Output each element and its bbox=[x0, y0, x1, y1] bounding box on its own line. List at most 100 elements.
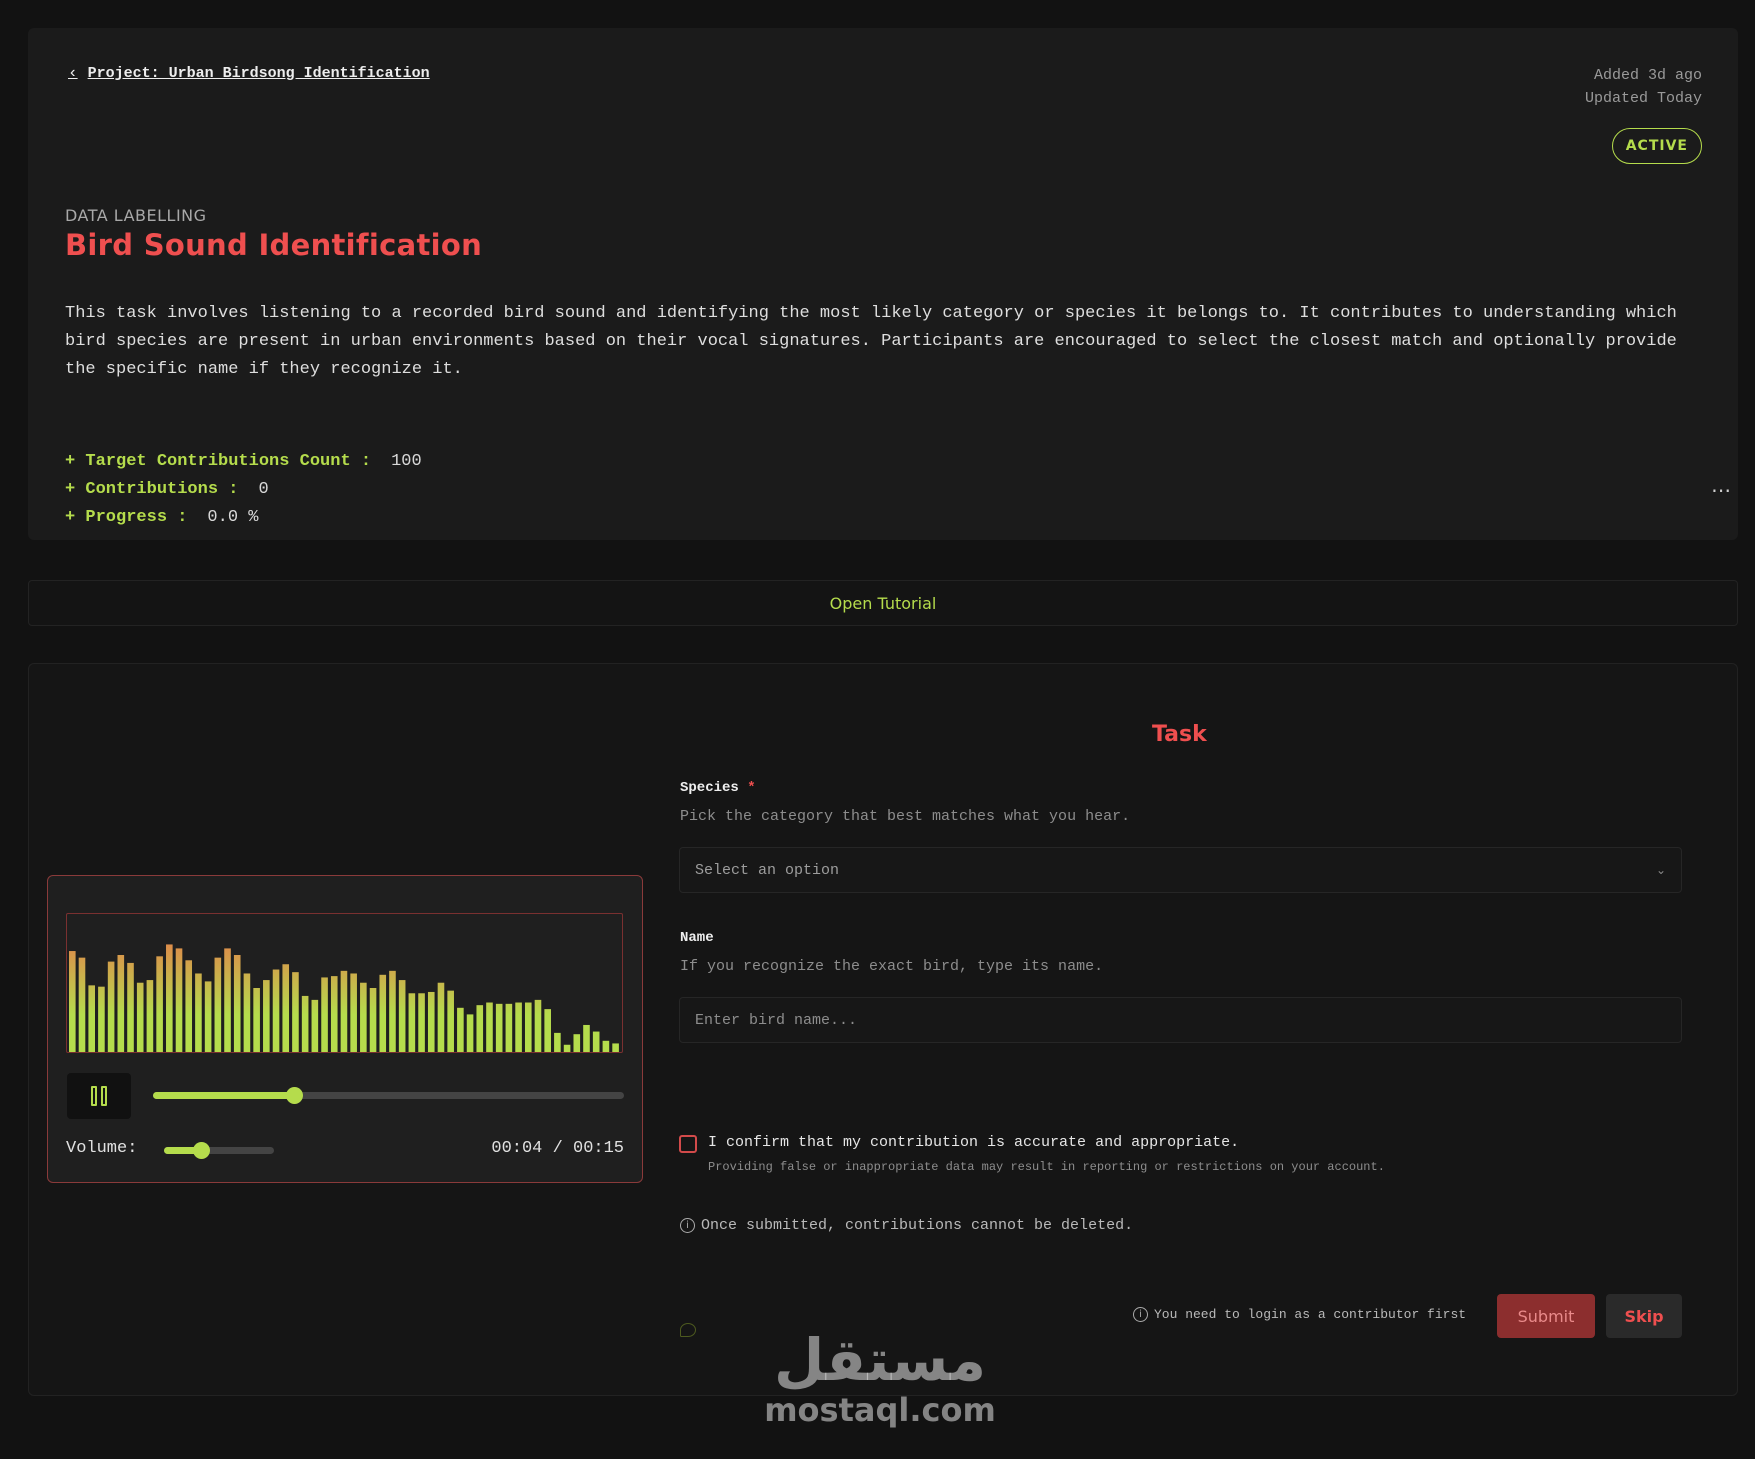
task-meta: Added 3d ago Updated Today bbox=[1585, 64, 1702, 110]
waveform-bar bbox=[146, 980, 154, 1052]
submit-button[interactable]: Submit bbox=[1497, 1294, 1595, 1338]
login-notice-text: You need to login as a contributor first bbox=[1154, 1307, 1467, 1322]
waveform-bar bbox=[476, 1005, 484, 1052]
waveform-bar bbox=[398, 980, 406, 1052]
waveform-bar bbox=[88, 985, 95, 1052]
stat-label: + Progress : bbox=[65, 508, 188, 527]
volume-handle[interactable] bbox=[193, 1142, 211, 1159]
comment-icon[interactable] bbox=[680, 1323, 696, 1337]
waveform-bar bbox=[369, 988, 377, 1052]
species-label-text: Species bbox=[680, 780, 739, 796]
bird-name-input[interactable] bbox=[679, 997, 1682, 1043]
waveform-bar bbox=[224, 948, 231, 1052]
waveform-bar bbox=[69, 951, 76, 1052]
stat-progress: + Progress : 0.0 % bbox=[65, 504, 422, 532]
waveform-bar bbox=[612, 1043, 619, 1052]
volume-slider[interactable] bbox=[164, 1142, 274, 1159]
waveform-bar bbox=[204, 981, 212, 1052]
waveform-bar bbox=[408, 993, 416, 1052]
waveform-bar bbox=[602, 1040, 610, 1052]
pause-button[interactable] bbox=[67, 1073, 131, 1119]
waveform-bar bbox=[515, 1002, 522, 1052]
status-badge: ACTIVE bbox=[1611, 128, 1702, 164]
waveform-bar bbox=[563, 1044, 571, 1052]
species-help: Pick the category that best matches what… bbox=[680, 808, 1131, 825]
stat-target: + Target Contributions Count : 100 bbox=[65, 448, 422, 476]
seek-slider[interactable] bbox=[153, 1087, 624, 1104]
project-title[interactable]: Project: Urban Birdsong Identification bbox=[88, 65, 430, 82]
waveform-bar bbox=[592, 1031, 600, 1052]
waveform-bar bbox=[127, 962, 134, 1052]
waveform-bar bbox=[321, 977, 328, 1052]
back-to-project-link[interactable]: ‹ Project: Urban Birdsong Identification bbox=[68, 64, 430, 82]
time-display: 00:04 / 00:15 bbox=[491, 1139, 624, 1158]
waveform-bar bbox=[156, 956, 163, 1052]
waveform-bar bbox=[495, 1003, 503, 1052]
waveform-bar bbox=[534, 999, 542, 1052]
waveform-bar bbox=[573, 1034, 581, 1052]
chevron-left-icon: ‹ bbox=[68, 64, 78, 82]
waveform-bar bbox=[389, 970, 396, 1052]
watermark-arabic: مستقل bbox=[773, 1326, 987, 1394]
stat-value: 0.0 % bbox=[207, 508, 259, 527]
waveform-bar bbox=[311, 999, 319, 1052]
waveform-bar bbox=[457, 1007, 464, 1052]
species-select-value: Select an option bbox=[695, 861, 840, 879]
waveform-bar bbox=[505, 1003, 513, 1052]
task-stats: + Target Contributions Count : 100 + Con… bbox=[65, 448, 422, 532]
confirm-warning: Providing false or inappropriate data ma… bbox=[708, 1160, 1385, 1174]
info-icon: i bbox=[1133, 1307, 1148, 1322]
waveform-bar bbox=[166, 944, 173, 1052]
waveform-bar bbox=[263, 980, 270, 1052]
confirm-label[interactable]: I confirm that my contribution is accura… bbox=[708, 1134, 1239, 1151]
skip-button[interactable]: Skip bbox=[1606, 1294, 1682, 1338]
task-info-card: ‹ Project: Urban Birdsong Identification… bbox=[28, 28, 1738, 540]
name-label: Name bbox=[680, 930, 714, 946]
waveform-bar bbox=[427, 991, 435, 1052]
chevron-down-icon: ⌄ bbox=[1655, 863, 1666, 877]
waveform-bar bbox=[233, 955, 241, 1052]
waveform-bar bbox=[350, 973, 357, 1052]
species-label: Species * bbox=[680, 780, 756, 796]
info-icon: i bbox=[680, 1218, 695, 1233]
waveform-bar bbox=[447, 990, 454, 1052]
waveform-bar bbox=[418, 993, 425, 1052]
confirm-checkbox[interactable] bbox=[679, 1135, 697, 1153]
waveform-bar bbox=[98, 986, 105, 1052]
added-date: Added 3d ago bbox=[1593, 67, 1702, 84]
task-heading: Task bbox=[1152, 722, 1207, 747]
waveform-bar bbox=[107, 961, 115, 1052]
waveform-bar bbox=[175, 948, 183, 1052]
waveform-bar bbox=[292, 972, 299, 1052]
waveform-bar bbox=[253, 988, 260, 1052]
watermark-latin: mostaql.com bbox=[764, 1391, 996, 1429]
watermark-logo: مستقل mostaql.com bbox=[760, 1325, 1000, 1429]
waveform-bar bbox=[437, 982, 445, 1052]
waveform[interactable] bbox=[66, 913, 623, 1053]
stat-value: 100 bbox=[391, 452, 422, 471]
waveform-bar bbox=[195, 973, 202, 1052]
waveform-bar bbox=[214, 957, 222, 1052]
waveform-bar bbox=[544, 1009, 551, 1052]
waveform-bar bbox=[243, 973, 251, 1052]
waveform-bar bbox=[282, 964, 290, 1052]
updated-date: Updated Today bbox=[1584, 90, 1702, 107]
waveform-bar bbox=[330, 976, 338, 1052]
species-select[interactable]: Select an option ⌄ bbox=[679, 847, 1682, 893]
stat-label: + Target Contributions Count : bbox=[65, 452, 372, 471]
waveform-bar bbox=[272, 969, 280, 1052]
seek-handle[interactable] bbox=[286, 1087, 304, 1104]
waveform-chart bbox=[69, 944, 619, 1052]
waveform-bar bbox=[486, 1002, 493, 1052]
ellipsis-icon[interactable]: ⋯ bbox=[1711, 480, 1731, 500]
waveform-bar bbox=[340, 970, 348, 1052]
waveform-bar bbox=[301, 995, 309, 1052]
pause-icon bbox=[91, 1086, 107, 1106]
waveform-bar bbox=[524, 1002, 532, 1052]
stat-label: + Contributions : bbox=[65, 480, 239, 499]
waveform-bar bbox=[360, 982, 367, 1052]
waveform-bar bbox=[583, 1024, 590, 1052]
task-category: DATA LABELLING bbox=[65, 206, 207, 225]
page-title: Bird Sound Identification bbox=[65, 228, 483, 262]
open-tutorial-button[interactable]: Open Tutorial bbox=[28, 580, 1738, 626]
